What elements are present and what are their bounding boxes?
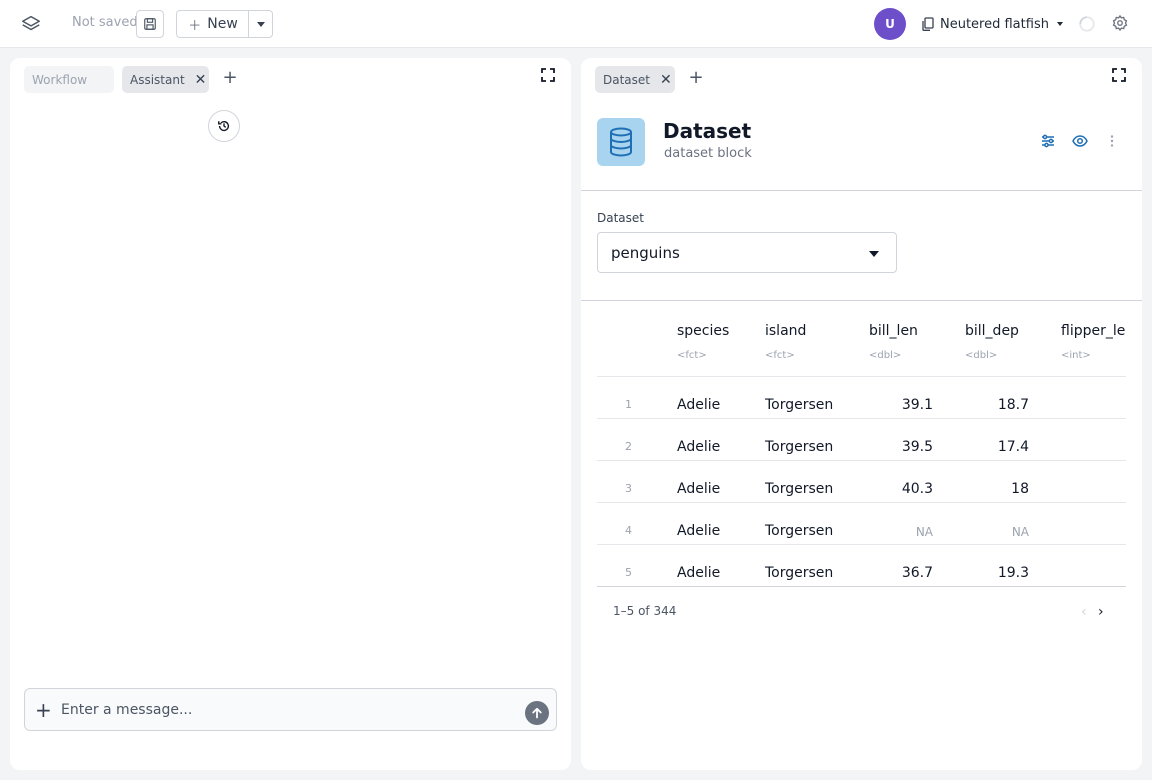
new-dropdown-button[interactable] — [248, 10, 273, 38]
close-icon[interactable]: ✕ — [660, 73, 672, 87]
block-subtitle: dataset block — [664, 146, 752, 161]
table-cell-na: NA — [915, 525, 933, 539]
table-cell: 18 — [1011, 481, 1029, 497]
chevron-down-icon — [1056, 22, 1063, 26]
table-cell: Torgersen — [765, 481, 834, 497]
row-number: 1 — [625, 398, 632, 411]
table-cell: Torgersen — [765, 397, 834, 413]
divider — [581, 190, 1142, 191]
row-divider — [597, 502, 1126, 503]
table-cell: 40.3 — [901, 481, 933, 497]
previous-page-button[interactable]: ‹ — [1081, 604, 1087, 620]
table-cell: Adelie — [677, 481, 721, 497]
tab-label: Workflow — [32, 72, 88, 87]
user-avatar[interactable]: U — [874, 8, 906, 40]
table-cell: Adelie — [677, 523, 721, 539]
column-header[interactable]: bill_dep — [965, 323, 1019, 339]
more-vertical-icon[interactable] — [1104, 133, 1120, 149]
history-icon — [218, 120, 230, 132]
table-cell: Adelie — [677, 565, 721, 581]
new-button-label: New — [207, 16, 238, 32]
close-icon[interactable]: ✕ — [195, 73, 207, 87]
column-type: <fct> — [765, 350, 795, 361]
row-number: 4 — [625, 524, 632, 537]
column-header[interactable]: bill_len — [869, 323, 918, 339]
pagination-summary: 1–5 of 344 — [613, 604, 677, 618]
table-cell: Torgersen — [765, 439, 834, 455]
copy-icon — [922, 17, 934, 31]
project-name: Neutered flatfish — [940, 16, 1049, 32]
tab-assistant[interactable]: Assistant ✕ — [122, 66, 209, 93]
row-divider — [597, 376, 1126, 377]
add-tab-button[interactable]: + — [686, 68, 706, 88]
tab-dataset[interactable]: Dataset ✕ — [595, 66, 675, 93]
divider — [581, 300, 1142, 301]
tab-workflow[interactable]: Workflow — [24, 66, 114, 93]
save-button[interactable] — [136, 10, 164, 38]
plus-icon[interactable]: + — [35, 700, 52, 720]
row-divider — [597, 418, 1126, 419]
table-cell: 39.1 — [901, 397, 933, 413]
column-type: <dbl> — [965, 350, 998, 361]
table-cell-na: NA — [1011, 525, 1029, 539]
table-cell: 36.7 — [901, 565, 933, 581]
plus-icon: ＋ — [188, 18, 202, 34]
column-type: <fct> — [677, 350, 707, 361]
table-cell: 18.7 — [997, 397, 1029, 413]
new-button[interactable]: ＋ New — [176, 10, 249, 38]
message-input[interactable] — [61, 699, 511, 721]
chevron-down-icon — [256, 21, 265, 27]
block-title: Dataset — [663, 119, 752, 143]
dataset-select-value: penguins — [611, 244, 680, 262]
table-cell: Torgersen — [765, 523, 834, 539]
sliders-icon[interactable] — [1040, 133, 1056, 149]
tab-label: Assistant — [130, 72, 185, 87]
history-button[interactable] — [208, 110, 240, 142]
table-cell: 39.5 — [901, 439, 933, 455]
row-number: 2 — [625, 440, 632, 453]
database-icon — [610, 127, 632, 157]
table-cell: 17.4 — [997, 439, 1029, 455]
add-tab-button[interactable]: + — [220, 68, 240, 88]
column-type: <int> — [1061, 350, 1091, 361]
fullscreen-icon[interactable] — [541, 68, 555, 82]
block-icon — [597, 118, 645, 166]
row-number: 5 — [625, 566, 632, 579]
column-header[interactable]: island — [765, 323, 806, 339]
row-divider — [597, 586, 1126, 587]
table-cell: Adelie — [677, 439, 721, 455]
row-number: 3 — [625, 482, 632, 495]
message-composer: + — [24, 688, 557, 731]
next-page-button[interactable]: › — [1098, 604, 1104, 620]
column-header[interactable]: species — [677, 323, 729, 339]
column-type: <dbl> — [869, 350, 902, 361]
arrow-up-icon — [532, 707, 542, 719]
dataset-field-label: Dataset — [597, 211, 644, 225]
floppy-disk-icon — [144, 18, 156, 30]
table-cell: Torgersen — [765, 565, 834, 581]
layers-icon[interactable] — [20, 13, 42, 35]
row-divider — [597, 460, 1126, 461]
tab-label: Dataset — [603, 72, 650, 87]
gear-icon[interactable] — [1111, 14, 1129, 32]
table-cell: Adelie — [677, 397, 721, 413]
data-table: species <fct> island <fct> bill_len <dbl… — [597, 308, 1126, 588]
column-header[interactable]: flipper_len — [1061, 323, 1126, 339]
table-cell: 19.3 — [997, 565, 1029, 581]
row-divider — [597, 544, 1126, 545]
eye-icon[interactable] — [1072, 133, 1088, 149]
project-selector[interactable]: Neutered flatfish — [922, 14, 1063, 34]
fullscreen-icon[interactable] — [1112, 68, 1126, 82]
loading-spinner-icon — [1079, 16, 1095, 32]
top-bar: Not saved ＋ New U Neutered flatfish — [0, 0, 1152, 48]
assistant-panel: Workflow Assistant ✕ + + — [10, 58, 571, 770]
dataset-panel: Dataset ✕ + Dataset dataset block Datase… — [581, 58, 1142, 770]
save-status: Not saved — [72, 15, 138, 30]
chevron-down-icon — [869, 251, 879, 257]
dataset-select[interactable]: penguins — [597, 232, 897, 273]
send-button[interactable] — [525, 701, 549, 725]
